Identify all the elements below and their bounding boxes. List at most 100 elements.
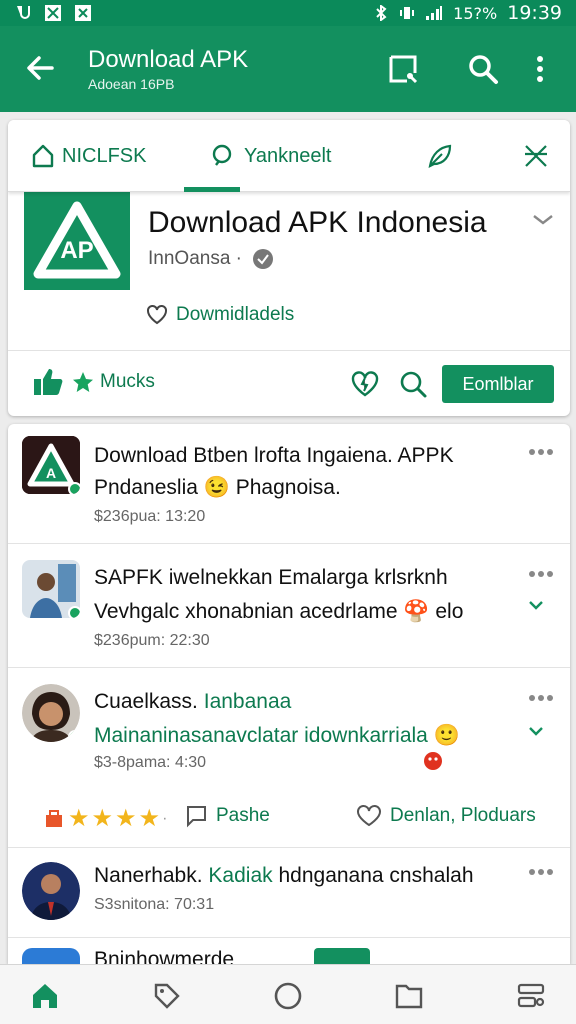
post-text-line2: Pndaneslia 😉 Phagnoisa. (94, 476, 341, 499)
search-icon[interactable] (466, 52, 500, 86)
page-subtitle: Adoean 16PB (88, 76, 175, 92)
more-vert-icon[interactable] (530, 52, 550, 86)
app-logo-text: AP (60, 237, 93, 264)
reaction-icon (422, 750, 444, 772)
chevron-down-icon[interactable] (528, 726, 544, 736)
heart-outline-icon (356, 804, 382, 828)
avatar (22, 948, 80, 964)
likes-button[interactable]: Mucks (32, 367, 155, 397)
post-text-line1: SAPFK iwelnekkan Emalarga krlsrknh (94, 566, 448, 589)
badge-icon (42, 807, 66, 831)
tab-close[interactable] (522, 138, 550, 174)
verified-icon (252, 248, 274, 270)
search-icon[interactable] (398, 369, 428, 399)
tag-chip[interactable] (314, 948, 370, 964)
star-icon: ★ (115, 805, 137, 832)
nav-settings-icon[interactable] (516, 981, 546, 1011)
post-text-line2: Mainaninasanavclatar idownkarriala 🙂 (94, 724, 460, 747)
rating-stars[interactable]: ★ ★ ★ ★ · (42, 804, 167, 833)
tab-leaf[interactable] (426, 138, 454, 174)
status-time: 19:39 (507, 2, 562, 24)
back-arrow-icon[interactable] (22, 50, 58, 86)
likes-label: Mucks (100, 371, 155, 392)
more-horiz-icon[interactable] (528, 570, 554, 578)
avatar (22, 684, 80, 742)
feed-list: A Download Btben lrofta Ingaiena. APPK P… (8, 424, 570, 964)
online-status-icon (68, 606, 80, 618)
post-tag: Ianbanaa (203, 690, 292, 713)
nav-tag-icon[interactable] (152, 981, 182, 1011)
app-developer[interactable]: InnOansa · (148, 248, 274, 270)
tab-bar: NICLFSK Yankneelt (8, 120, 570, 192)
image-icon (44, 4, 62, 22)
post-time: S3snitona: 70:31 (94, 896, 215, 913)
close-x-icon (522, 142, 550, 170)
signal-icon (425, 5, 443, 21)
page-title: Download APK (88, 46, 249, 73)
avatar (22, 862, 80, 920)
svg-text:A: A (46, 465, 56, 481)
more-horiz-icon[interactable] (528, 448, 554, 456)
status-bar: 15?% 19:39 (0, 0, 576, 26)
download-button[interactable]: Eomlblar (442, 365, 554, 403)
save-button[interactable]: Denlan, Ploduars (356, 804, 536, 828)
star-icon: ★ (68, 805, 90, 832)
star-icon (72, 371, 94, 393)
leaf-icon (426, 142, 454, 170)
post-time: $3-8pama: 4:30 (94, 754, 207, 771)
separator-dot: · (162, 809, 168, 827)
downloads-label: Dowmidladels (176, 304, 295, 325)
nav-home-icon[interactable] (30, 981, 60, 1011)
downloads-info: Dowmidladels (146, 304, 294, 326)
app-bar: Download APK Adoean 16PB (0, 26, 576, 112)
share-label: Pashe (216, 805, 270, 826)
search-icon (210, 143, 236, 169)
list-item[interactable]: Bninhowmerde (8, 938, 570, 964)
tab-search-label: Yankneelt (244, 144, 332, 167)
post-text-line1: Download Btben lrofta Ingaiena. APPK (94, 444, 454, 467)
battery-percent: 15?% (453, 3, 498, 23)
list-item[interactable]: Cuaelkass. Ianbanaa Mainaninasanavclatar… (8, 668, 570, 786)
chevron-down-icon[interactable] (528, 600, 544, 610)
bottom-navigation (0, 964, 576, 1024)
list-item[interactable]: SAPFK iwelnekkan Emalarga krlsrknh Vevhg… (8, 544, 570, 668)
heart-broken-icon[interactable] (350, 369, 380, 399)
more-horiz-icon[interactable] (528, 694, 554, 702)
status-left-icons (14, 4, 92, 22)
tab-indicator (184, 187, 240, 192)
avatar (22, 560, 80, 618)
bluetooth-icon (373, 5, 389, 21)
post-author: Cuaelkass. (94, 690, 198, 713)
star-icon: ★ (138, 805, 161, 832)
close-box-icon (74, 4, 92, 22)
list-item[interactable]: Nanerhabk. Kadiak hdnganana cnshalah S3s… (8, 848, 570, 938)
share-button[interactable]: Pashe (184, 804, 270, 828)
tab-search[interactable]: Yankneelt (210, 138, 331, 174)
cast-icon[interactable] (386, 52, 420, 86)
post-tag: Kadiak (208, 864, 273, 887)
comment-icon (184, 804, 208, 828)
more-horiz-icon[interactable] (528, 868, 554, 876)
heart-outline-icon (146, 304, 168, 326)
post-action-row: ★ ★ ★ ★ · Pashe Denlan, Ploduars (8, 786, 570, 848)
nav-circle-icon[interactable] (273, 981, 303, 1011)
post-text: hdnganana cnshalah (278, 864, 474, 887)
tab-home[interactable]: NICLFSK (32, 138, 146, 174)
developer-name: InnOansa · (148, 248, 242, 269)
vibrate-icon (399, 5, 415, 21)
status-right: 15?% 19:39 (373, 2, 562, 24)
star-icon: ★ (91, 805, 114, 832)
online-status-icon (68, 482, 80, 494)
post-text-line1: Bninhowmerde (94, 948, 235, 964)
nav-folder-icon[interactable] (394, 981, 424, 1011)
thumbs-up-icon (32, 367, 66, 397)
post-time: $236pua: 13:20 (94, 508, 206, 525)
avatar: A (22, 436, 80, 494)
app-logo: AP (24, 192, 130, 290)
list-item[interactable]: A Download Btben lrofta Ingaiena. APPK P… (8, 424, 570, 544)
post-text-line1: Cuaelkass. Ianbanaa (94, 690, 291, 714)
online-status-icon (68, 730, 80, 742)
chevron-down-icon[interactable] (532, 214, 554, 226)
app-card: NICLFSK Yankneelt AP Download APK Indone… (8, 120, 570, 416)
post-text-line2: Vevhgalc xhonabnian acedrlame 🍄 elo (94, 600, 464, 623)
